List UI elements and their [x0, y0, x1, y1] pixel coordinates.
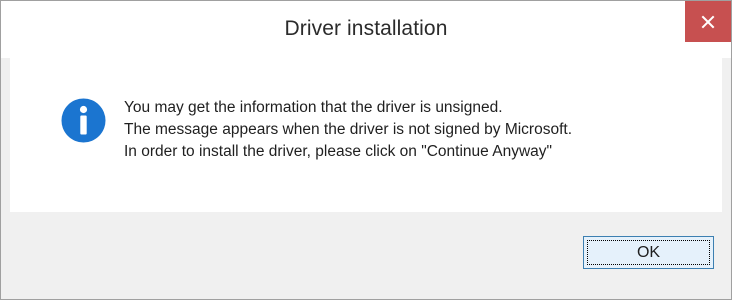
- focus-ring: [587, 240, 710, 265]
- close-icon: [701, 15, 715, 28]
- button-bar: OK: [10, 212, 722, 291]
- dialog-title: Driver installation: [284, 17, 448, 40]
- title-bar: Driver installation: [1, 1, 731, 58]
- message-text: You may get the information that the dri…: [124, 97, 572, 163]
- message-line-1: You may get the information that the dri…: [124, 99, 503, 116]
- close-button[interactable]: [685, 1, 731, 42]
- message-line-2: The message appears when the driver is n…: [124, 121, 573, 138]
- dialog-window: Driver installation You may get the info…: [0, 0, 732, 300]
- info-icon: [61, 98, 106, 143]
- ok-button[interactable]: OK: [583, 236, 714, 269]
- dialog-content: You may get the information that the dri…: [10, 58, 722, 212]
- message-line-3: In order to install the driver, please c…: [124, 143, 553, 160]
